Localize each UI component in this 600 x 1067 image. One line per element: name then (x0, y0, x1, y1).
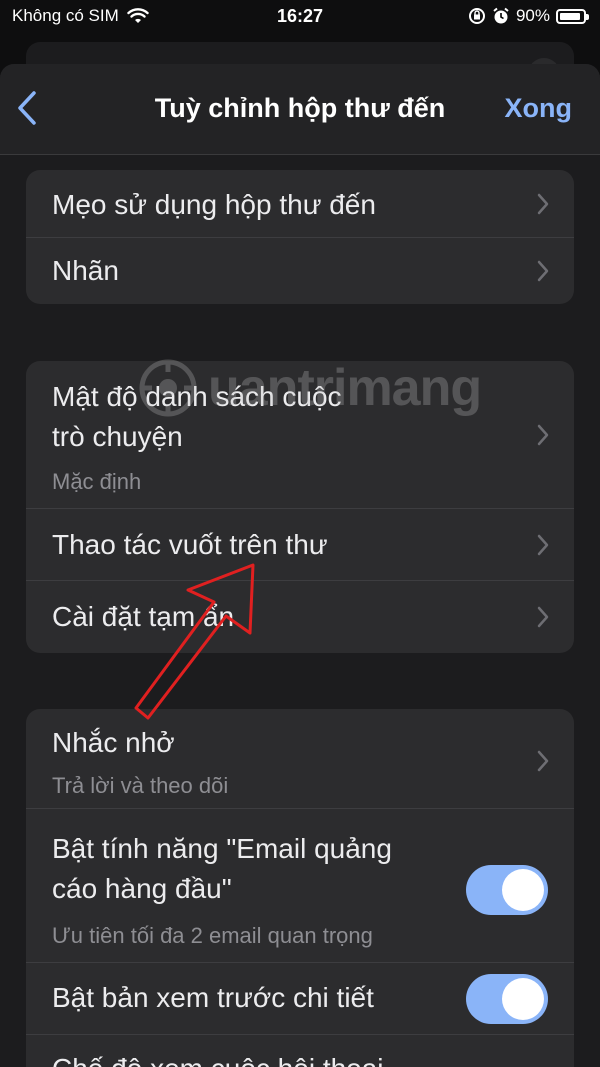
row-title: Chế độ xem cuộc hội thoại (52, 1047, 384, 1067)
row-subtitle: Trả lời và theo dõi (52, 773, 229, 798)
row-title-line1: Bật tính năng "Email quảng (52, 833, 392, 864)
row-title: Nhãn (52, 255, 119, 286)
battery-icon (556, 8, 589, 24)
row-top-promo-email: Bật tính năng "Email quảng cáo hàng đầu"… (26, 809, 574, 963)
chevron-right-icon (537, 606, 549, 628)
battery-percent: 90% (515, 6, 550, 25)
rotation-lock-icon (468, 8, 485, 24)
toggle-knob (502, 869, 544, 911)
row-subtitle: Mặc định (52, 469, 142, 494)
row-title-line1: Mật độ danh sách cuộc (52, 381, 342, 412)
row-nudges[interactable]: Nhắc nhở Trả lời và theo dõi (26, 709, 574, 809)
navigation-bar: Tuỳ chỉnh hộp thư đến Xong (0, 64, 600, 155)
rich-preview-toggle[interactable] (466, 974, 548, 1024)
row-snooze-settings[interactable]: Cài đặt tạm ẩn (26, 581, 574, 653)
row-title: Nhắc nhở (52, 727, 175, 758)
row-swipe-actions[interactable]: Thao tác vuốt trên thư (26, 509, 574, 581)
row-title: Bật bản xem trước chi tiết (52, 982, 374, 1013)
row-rich-preview: Bật bản xem trước chi tiết (26, 963, 574, 1035)
top-promo-email-toggle[interactable] (466, 865, 548, 915)
toggle-knob (502, 978, 544, 1020)
row-title: Thao tác vuốt trên thư (52, 529, 328, 560)
row-labels[interactable]: Nhãn (26, 238, 574, 304)
row-title-line2: trò chuyện (52, 421, 183, 452)
chevron-right-icon (537, 193, 549, 215)
settings-group-features: Nhắc nhở Trả lời và theo dõi Bật tính nă… (26, 709, 574, 1067)
row-title-line2: cáo hàng đầu" (52, 873, 232, 904)
customize-inbox-sheet: Tuỳ chỉnh hộp thư đến Xong Mẹo sử dụng h… (0, 64, 600, 1067)
chevron-right-icon (537, 260, 549, 282)
status-bar: Không có SIM 16:27 90% (0, 0, 600, 34)
chevron-right-icon (537, 534, 549, 556)
settings-group-display: Mật độ danh sách cuộc trò chuyện Mặc địn… (26, 361, 574, 653)
row-inbox-tips[interactable]: Mẹo sử dụng hộp thư đến (26, 170, 574, 238)
chevron-right-icon (537, 424, 549, 446)
row-title: Mẹo sử dụng hộp thư đến (52, 189, 376, 220)
battery-level (560, 12, 580, 20)
row-subtitle: Ưu tiên tối đa 2 email quan trọng (52, 923, 373, 948)
chevron-right-icon (537, 750, 549, 772)
row-conversation-density[interactable]: Mật độ danh sách cuộc trò chuyện Mặc địn… (26, 361, 574, 509)
status-right: 90% (468, 6, 589, 26)
row-conversation-view[interactable]: Chế độ xem cuộc hội thoại (26, 1035, 574, 1067)
settings-group-general: Mẹo sử dụng hộp thư đến Nhãn (26, 170, 574, 304)
done-button[interactable]: Xong (505, 93, 573, 124)
row-title: Cài đặt tạm ẩn (52, 601, 235, 632)
alarm-icon (493, 7, 509, 24)
